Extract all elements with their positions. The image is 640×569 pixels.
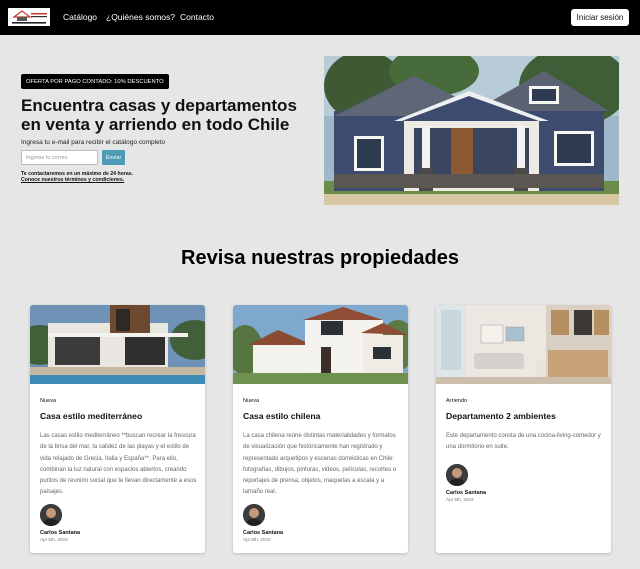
hero-title: Encuentra casas y departamentos en venta… <box>21 96 297 134</box>
logo[interactable] <box>8 8 50 26</box>
house-logo-icon <box>8 8 50 26</box>
hero-subtitle: Ingresa tu e-mail para recibir el catálo… <box>21 139 166 146</box>
property-image-apartment <box>436 305 611 384</box>
card-title[interactable]: Departamento 2 ambientes <box>446 411 556 421</box>
card-description: Las casas estilo mediterráneo **buscan r… <box>40 433 197 496</box>
card-tag: Nueva <box>243 398 260 404</box>
card-title[interactable]: Casa estilo chilena <box>243 411 320 421</box>
card-tag: Arriendo <box>446 398 468 404</box>
property-card[interactable]: Nueva Casa estilo mediterráneo Las casas… <box>30 305 205 553</box>
hero-house-image <box>324 56 619 205</box>
terms-link[interactable]: Conoce nuestros términos y condiciones. <box>21 177 124 183</box>
post-date: Apr 5th, 2023 <box>40 537 68 542</box>
post-date: Apr 5th, 2023 <box>446 497 474 502</box>
nav-link-catalogo[interactable]: Catálogo <box>63 12 97 22</box>
login-button[interactable]: Iniciar sesión <box>571 9 629 26</box>
avatar <box>243 504 265 526</box>
author-name: Carlos Santana <box>446 490 487 496</box>
post-date: Apr 5th, 2023 <box>243 537 271 542</box>
avatar <box>446 464 468 486</box>
card-title[interactable]: Casa estilo mediterráneo <box>40 411 142 421</box>
author-name: Carlos Santana <box>40 530 81 536</box>
property-image-chilean <box>233 305 408 384</box>
card-description: La casa chilena reúne distintas material… <box>243 433 397 496</box>
section-title: Revisa nuestras propiedades <box>181 247 459 269</box>
discount-badge: OFERTA POR PAGO CONTADO: 10% DESCUENTO <box>21 74 169 89</box>
property-card[interactable]: Arriendo Departamento 2 ambientes Este d… <box>436 305 611 553</box>
card-tag: Nueva <box>40 398 57 404</box>
property-card[interactable]: Nueva Casa estilo chilena La casa chilen… <box>233 305 408 553</box>
property-image-mediterranean <box>30 305 205 384</box>
nav-link-contacto[interactable]: Contacto <box>180 12 214 22</box>
author-name: Carlos Santana <box>243 530 284 536</box>
nav-link-quienes-somos[interactable]: ¿Quiénes somos? <box>106 12 175 22</box>
card-description: Este departamento consta de una cocina-l… <box>446 433 601 451</box>
navbar: Catálogo ¿Quiénes somos? Contacto Inicia… <box>0 0 640 35</box>
send-button[interactable]: Enviar <box>102 150 125 165</box>
avatar <box>40 504 62 526</box>
email-input[interactable] <box>21 150 98 165</box>
